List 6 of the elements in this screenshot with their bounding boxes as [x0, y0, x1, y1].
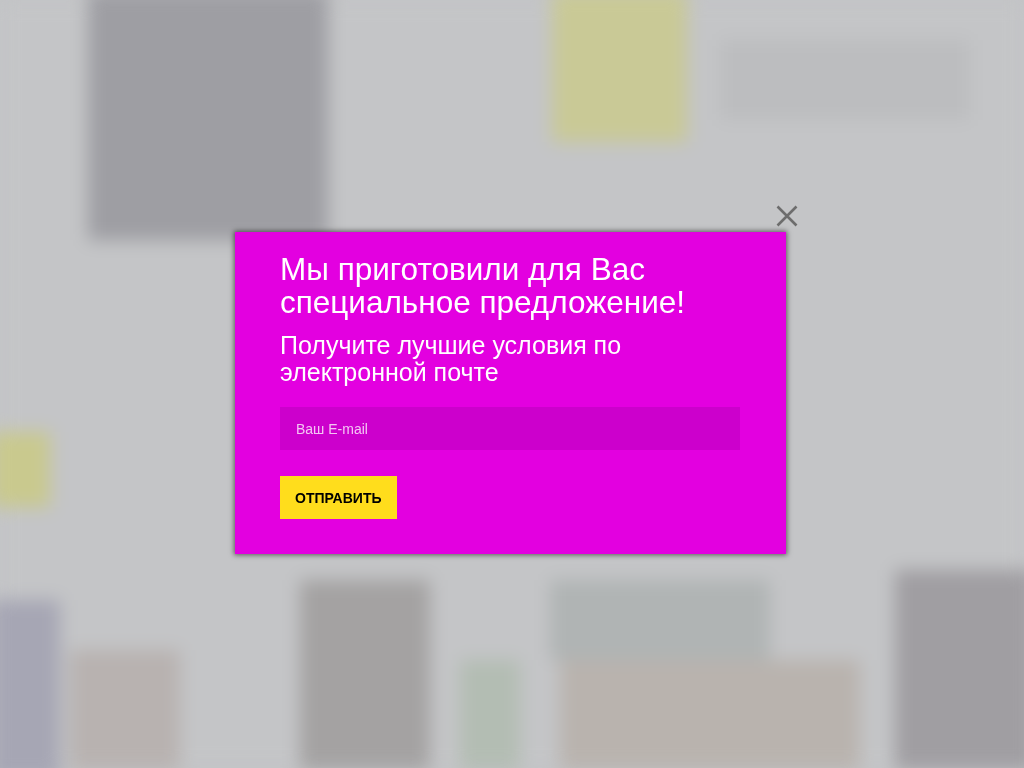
popup-subtitle: Получите лучшие условия по электронной почте [280, 332, 623, 386]
submit-button[interactable]: ОТПРАВИТЬ [280, 476, 397, 519]
close-button[interactable] [776, 205, 798, 227]
close-icon [776, 205, 798, 227]
email-input[interactable]: Ваш E-mail [280, 407, 740, 450]
popup-title: Мы приготовили для Вас специальное предложение! [280, 253, 686, 319]
